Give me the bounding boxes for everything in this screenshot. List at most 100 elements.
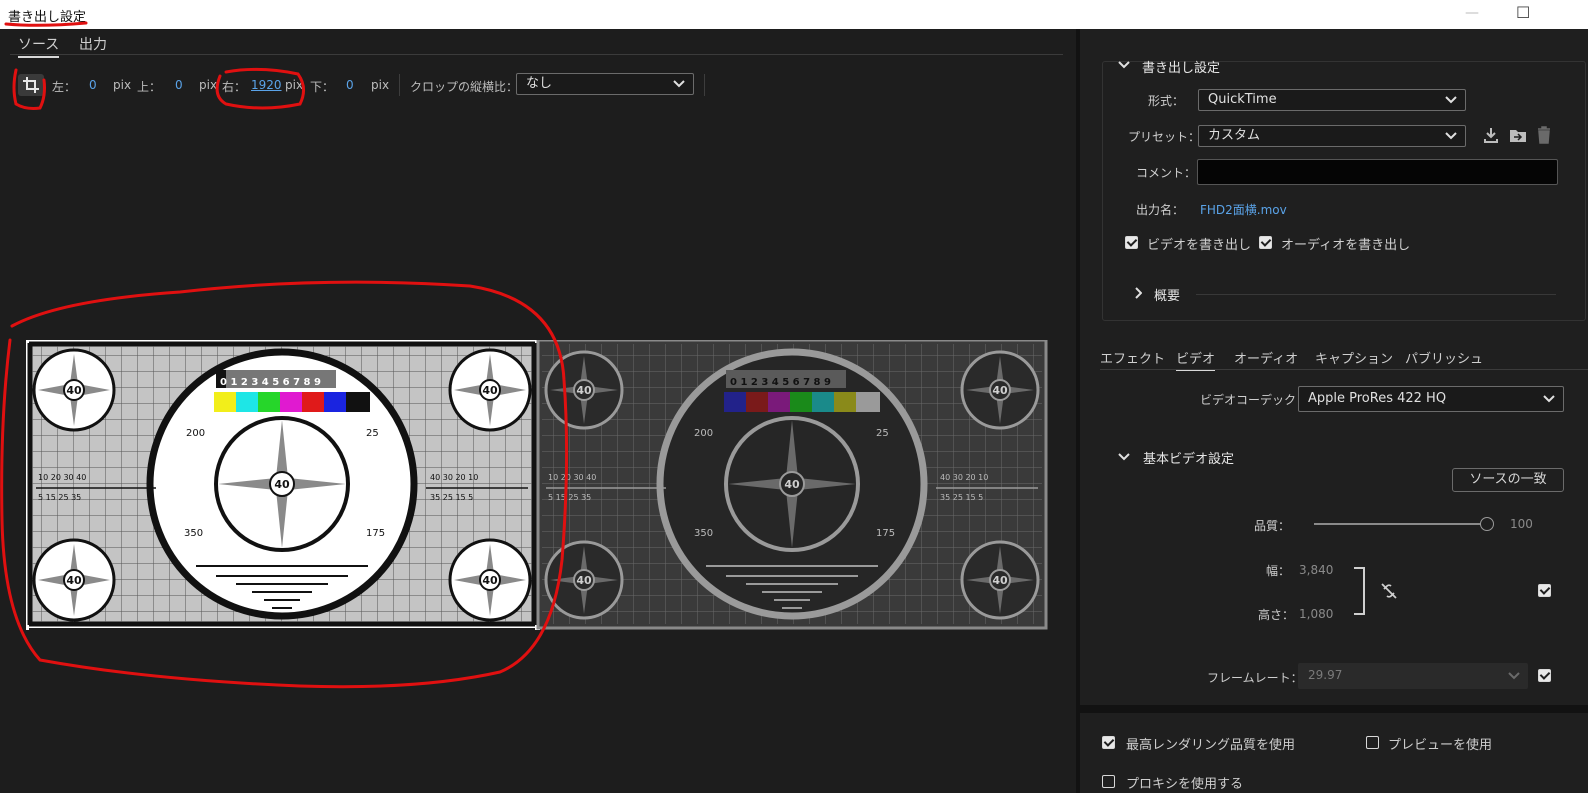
video-codec-label: ビデオコーデック： [1200, 393, 1309, 407]
crop-aspect-value: なし [526, 76, 553, 91]
save-preset-icon[interactable] [1483, 127, 1499, 143]
crop-bottom-unit: pix [371, 78, 390, 92]
corner-number: 40 [576, 384, 592, 397]
use-proxies-label: プロキシを使用する [1126, 777, 1244, 792]
chevron-down-icon[interactable] [1118, 60, 1130, 70]
settings-tabs-divider [1100, 369, 1588, 370]
use-previews-label: プレビューを使用 [1388, 738, 1493, 753]
label-25: 25 [876, 428, 889, 439]
frame-rate-label: フレームレート： [1207, 671, 1303, 685]
format-value: QuickTime [1208, 92, 1277, 107]
size-override-checkbox[interactable] [1538, 584, 1551, 597]
window-title: 書き出し設定 [8, 10, 87, 25]
grayscale-label: 0 1 2 3 4 5 6 7 8 9 [220, 377, 321, 388]
max-render-quality-checkbox[interactable] [1102, 736, 1115, 749]
tab-source[interactable]: ソース [18, 34, 60, 58]
svg-text:10 20 30 40: 10 20 30 40 [548, 473, 596, 482]
tab-effects[interactable]: エフェクト [1100, 348, 1165, 367]
quality-label: 品質： [1254, 519, 1291, 533]
dimension-bracket [1354, 567, 1365, 615]
crop-left-value[interactable]: 0 [89, 78, 97, 92]
crop-bottom-value[interactable]: 0 [346, 78, 354, 92]
quality-slider-thumb[interactable] [1480, 517, 1494, 531]
crop-top-value[interactable]: 0 [175, 78, 183, 92]
label-200: 200 [694, 428, 713, 439]
export-audio-label: オーディオを書き出し [1281, 238, 1411, 253]
import-preset-icon[interactable] [1509, 127, 1527, 143]
svg-text:10 20 30 40: 10 20 30 40 [38, 473, 86, 482]
comment-field[interactable] [1197, 159, 1558, 185]
chevron-down-icon[interactable] [1118, 452, 1130, 462]
corner-number: 40 [482, 574, 498, 587]
crop-top-label: 上： [137, 80, 162, 94]
frame-rate-dropdown[interactable]: 29.97 [1298, 663, 1528, 689]
format-label: 形式： [1148, 94, 1185, 108]
use-previews-checkbox[interactable] [1366, 736, 1379, 749]
label-25: 25 [366, 428, 379, 439]
width-value[interactable]: 3,840 [1299, 563, 1333, 577]
crop-right-unit: pix [285, 78, 304, 92]
export-settings-panel: 書き出し設定 形式： QuickTime プリセット： カスタム コメント： 出… [1080, 29, 1588, 793]
quality-value[interactable]: 100 [1510, 517, 1533, 531]
tab-video[interactable]: ビデオ [1176, 348, 1216, 371]
center-number: 40 [274, 478, 290, 491]
crop-handle[interactable] [26, 625, 29, 630]
grayscale-label-dim: 0 1 2 3 4 5 6 7 8 9 [730, 377, 831, 388]
export-settings-header: 書き出し設定 [1142, 61, 1221, 76]
corner-number: 40 [482, 384, 498, 397]
height-value[interactable]: 1,080 [1299, 607, 1333, 621]
chevron-down-icon [673, 80, 685, 88]
comment-label: コメント： [1136, 166, 1197, 180]
height-label: 高さ： [1258, 608, 1295, 622]
quality-slider-fill [1314, 523, 1488, 525]
crop-aspect-dropdown[interactable]: なし [516, 73, 694, 95]
source-panel: ソース 出力 左： 0 pix 上： 0 pix 右： 1920 pix 下： … [0, 29, 1076, 793]
toolbar-separator [399, 74, 400, 96]
output-name-link[interactable]: FHD2面横.mov [1200, 201, 1287, 218]
label-350: 350 [694, 528, 713, 539]
corner-number: 40 [66, 384, 82, 397]
video-codec-dropdown[interactable]: Apple ProRes 422 HQ [1298, 386, 1564, 412]
svg-text:35 25 15 5: 35 25 15 5 [430, 493, 473, 502]
tab-audio[interactable]: オーディオ [1234, 348, 1298, 367]
svg-text:35 25 15 5: 35 25 15 5 [940, 493, 983, 502]
toolbar-separator-2 [704, 74, 705, 96]
export-video-checkbox[interactable] [1125, 236, 1138, 249]
summary-header[interactable]: 概要 [1154, 285, 1180, 304]
minimize-button[interactable]: — [1465, 5, 1479, 21]
dim-color-bars [724, 392, 880, 412]
crop-left-unit: pix [113, 78, 132, 92]
export-video-label: ビデオを書き出し [1147, 238, 1252, 253]
tab-captions[interactable]: キャプション [1315, 348, 1393, 367]
maximize-button[interactable]: ☐ [1516, 3, 1530, 22]
format-dropdown[interactable]: QuickTime [1198, 89, 1466, 111]
window-titlebar: 書き出し設定 — ☐ [0, 0, 1588, 29]
unlink-icon[interactable] [1380, 582, 1398, 600]
section-divider [1080, 705, 1588, 713]
match-source-button[interactable]: ソースの一致 [1452, 468, 1564, 492]
label-200: 200 [186, 428, 205, 439]
chevron-down-icon [1508, 672, 1520, 680]
width-label: 幅： [1266, 564, 1291, 578]
crop-aspect-label: クロップの縦横比： [410, 80, 519, 94]
export-audio-checkbox[interactable] [1259, 236, 1272, 249]
crop-left-label: 左： [52, 80, 77, 94]
svg-text:5 15 25 35: 5 15 25 35 [38, 493, 81, 502]
svg-text:40 30 20 10: 40 30 20 10 [940, 473, 988, 482]
tab-publish[interactable]: パブリッシュ [1405, 348, 1483, 367]
preset-value: カスタム [1208, 128, 1261, 143]
tab-output[interactable]: 出力 [79, 34, 107, 54]
preset-dropdown[interactable]: カスタム [1198, 125, 1466, 147]
crop-tool-button[interactable] [18, 74, 44, 96]
summary-divider [1196, 294, 1556, 295]
test-pattern-left: 40 40 40 40 0 1 2 3 4 5 6 7 8 9 40 200 2… [26, 340, 540, 630]
corner-number: 40 [66, 574, 82, 587]
video-codec-value: Apple ProRes 422 HQ [1308, 391, 1447, 406]
crop-right-value[interactable]: 1920 [251, 78, 282, 92]
frame-rate-override-checkbox[interactable] [1538, 669, 1551, 682]
crop-handle[interactable] [26, 340, 29, 343]
chevron-right-icon[interactable] [1134, 287, 1142, 299]
crop-icon [23, 77, 39, 93]
use-proxies-checkbox[interactable] [1102, 775, 1115, 788]
delete-preset-icon[interactable] [1537, 126, 1551, 144]
